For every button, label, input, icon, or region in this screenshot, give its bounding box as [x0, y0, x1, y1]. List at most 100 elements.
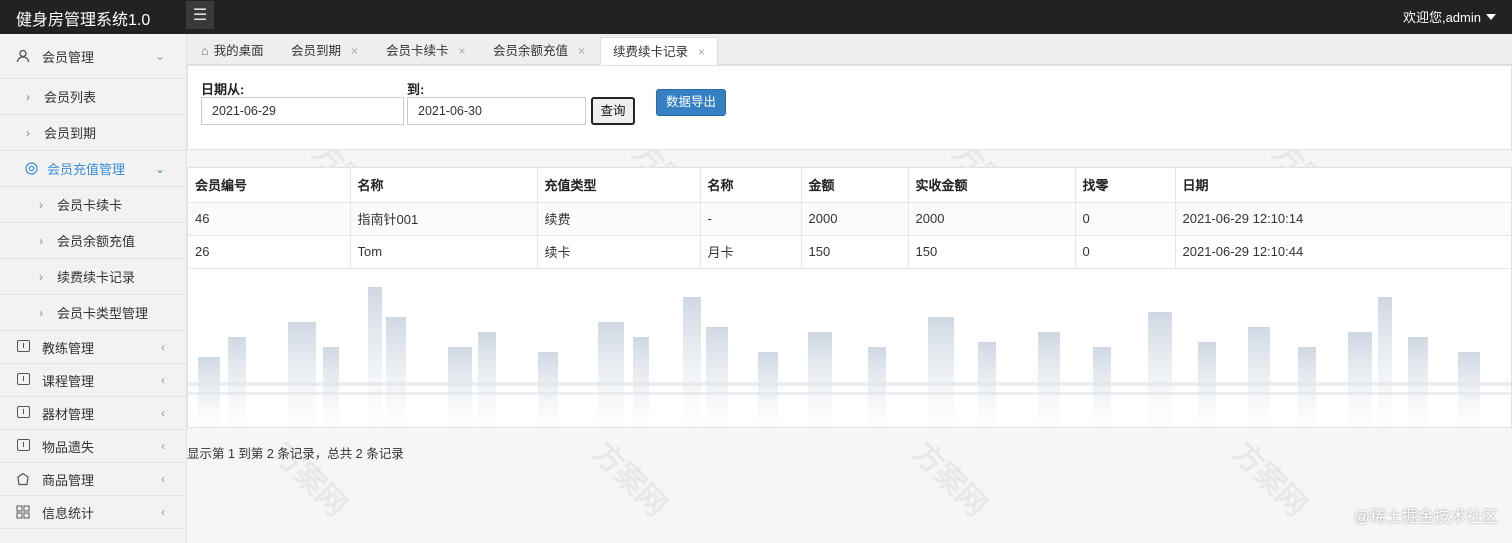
course-icon	[16, 373, 30, 387]
cell-card-name: 月卡	[700, 235, 802, 269]
tab-renewal-records[interactable]: 续费续卡记录 ×	[600, 37, 719, 65]
chevron-left-icon: ‹	[161, 406, 165, 420]
sidebar-item-coach-management[interactable]: 教练管理 ‹	[0, 331, 187, 364]
chevron-right-icon: ›	[26, 89, 30, 104]
column-header[interactable]: 名称	[700, 168, 802, 203]
chevron-right-icon: ›	[39, 197, 43, 212]
cell-name: Tom	[350, 235, 538, 269]
column-header[interactable]: 找零	[1075, 168, 1176, 203]
goods-icon	[16, 472, 30, 486]
menu-toggle-button[interactable]: ☰	[186, 1, 214, 29]
table-row[interactable]: 46 指南针001 续费 - 2000 2000 0 2021-06-29 12…	[188, 202, 1511, 236]
close-icon[interactable]: ×	[578, 44, 585, 58]
sidebar-item-label: 商品管理	[42, 472, 95, 488]
column-header[interactable]: 名称	[350, 168, 538, 203]
credit-watermark: @稀土掘金技术社区	[1353, 509, 1498, 526]
tab-label: 我的桌面	[213, 44, 264, 58]
chevron-right-icon: ›	[39, 305, 43, 320]
sidebar-item-label: 会员余额充值	[57, 234, 136, 249]
cell-date: 2021-06-29 12:10:44	[1175, 235, 1511, 269]
cell-member-id: 26	[188, 235, 351, 269]
sidebar-item-member-management[interactable]: 会员管理 ⌄	[0, 34, 187, 79]
cell-amount: 150	[801, 235, 909, 269]
table-header-row: 会员编号 名称 充值类型 名称 金额 实收金额 找零 日期	[188, 168, 1511, 203]
city-skyline-background	[188, 287, 1511, 427]
sidebar-item-goods-management[interactable]: 商品管理 ‹	[0, 463, 187, 496]
column-header[interactable]: 会员编号	[188, 168, 351, 203]
filter-panel: 日期从: 2021-06-29 到: 2021-06-30 查询 数据导出	[187, 65, 1512, 150]
sidebar-item-card-type-management[interactable]: › 会员卡类型管理	[0, 295, 187, 331]
sidebar-item-label: 器材管理	[42, 406, 95, 422]
tab-label: 会员余额充值	[493, 44, 569, 58]
sidebar-item-balance-recharge[interactable]: › 会员余额充值	[0, 223, 187, 259]
date-to-label: 到:	[407, 82, 425, 97]
chevron-right-icon: ›	[26, 125, 30, 140]
sidebar-item-card-renew[interactable]: › 会员卡续卡	[0, 187, 187, 223]
sidebar-item-statistics[interactable]: 信息统计 ‹	[0, 496, 187, 529]
user-menu[interactable]: 欢迎您,admin	[1403, 7, 1496, 26]
sidebar-item-label: 物品遗失	[42, 439, 95, 455]
sidebar-item-label: 课程管理	[42, 373, 95, 389]
chevron-down-icon: ⌄	[154, 49, 165, 63]
export-data-button[interactable]: 数据导出	[656, 89, 726, 116]
background-watermark: 方案网	[906, 435, 994, 523]
tab-bar: ⌂ 我的桌面 会员到期 × 会员卡续卡 × 会员余额充值 × 续费续卡记录 ×	[187, 34, 1512, 65]
coach-icon	[16, 340, 30, 354]
chevron-left-icon: ‹	[161, 505, 165, 519]
date-from-input[interactable]: 2021-06-29	[201, 97, 404, 125]
sidebar-item-course-management[interactable]: 课程管理 ‹	[0, 364, 187, 397]
cell-card-name: -	[700, 202, 802, 236]
records-table: 会员编号 名称 充值类型 名称 金额 实收金额 找零 日期 46 指南针001 …	[188, 168, 1511, 269]
home-icon: ⌂	[201, 44, 209, 58]
background-watermark: 方案网	[1226, 435, 1314, 523]
close-icon[interactable]: ×	[698, 45, 705, 59]
chevron-left-icon: ‹	[161, 373, 165, 387]
app-title: 健身房管理系统1.0	[16, 12, 151, 29]
pagination-info: 显示第 1 到第 2 条记录，总共 2 条记录	[187, 447, 404, 461]
equipment-icon	[16, 406, 30, 420]
close-icon[interactable]: ×	[351, 44, 358, 58]
tab-label: 会员卡续卡	[386, 44, 449, 58]
sidebar-item-recharge-management[interactable]: 会员充值管理 ⌄	[0, 151, 187, 187]
tab-my-desktop[interactable]: ⌂ 我的桌面	[189, 37, 276, 65]
chevron-down-icon: ⌄	[154, 161, 165, 176]
sidebar-item-renewal-records[interactable]: › 续费续卡记录	[0, 259, 187, 295]
tab-balance-recharge[interactable]: 会员余额充值 ×	[481, 37, 597, 65]
chevron-left-icon: ‹	[161, 439, 165, 453]
sidebar-item-lost-items[interactable]: 物品遗失 ‹	[0, 430, 187, 463]
cell-name: 指南针001	[350, 202, 538, 236]
cell-recharge-type: 续费	[537, 202, 701, 236]
chevron-right-icon: ›	[39, 233, 43, 248]
cell-change: 0	[1075, 235, 1176, 269]
top-bar: 健身房管理系统1.0 ☰ 欢迎您,admin	[0, 0, 1512, 34]
caret-down-icon	[1486, 14, 1496, 20]
date-to-input[interactable]: 2021-06-30	[407, 97, 586, 125]
chevron-right-icon: ›	[39, 269, 43, 284]
column-header[interactable]: 日期	[1175, 168, 1511, 203]
user-icon	[16, 49, 30, 63]
sidebar-item-equipment-management[interactable]: 器材管理 ‹	[0, 397, 187, 430]
hamburger-icon: ☰	[192, 7, 208, 24]
sidebar-item-label: 会员列表	[44, 90, 97, 105]
column-header[interactable]: 实收金额	[908, 168, 1076, 203]
recharge-icon	[24, 161, 38, 176]
table-row[interactable]: 26 Tom 续卡 月卡 150 150 0 2021-06-29 12:10:…	[188, 235, 1511, 269]
main-content: 方案网 方案网 方案网 方案网 方案网 方案网 方案网 方案网 日期从: 202…	[187, 65, 1512, 543]
lost-item-icon	[16, 439, 30, 453]
cell-received-amount: 2000	[908, 202, 1076, 236]
sidebar-item-member-list[interactable]: › 会员列表	[0, 79, 187, 115]
column-header[interactable]: 充值类型	[537, 168, 701, 203]
cell-member-id: 46	[188, 202, 351, 236]
chevron-left-icon: ‹	[161, 340, 165, 354]
tab-card-renew[interactable]: 会员卡续卡 ×	[374, 37, 478, 65]
sidebar-item-member-expiry[interactable]: › 会员到期	[0, 115, 187, 151]
cell-amount: 2000	[801, 202, 909, 236]
close-icon[interactable]: ×	[459, 44, 466, 58]
records-table-panel: 会员编号 名称 充值类型 名称 金额 实收金额 找零 日期 46 指南针001 …	[187, 167, 1512, 428]
sidebar-item-label: 会员到期	[44, 126, 97, 141]
tab-member-expiry[interactable]: 会员到期 ×	[279, 37, 370, 65]
column-header[interactable]: 金额	[801, 168, 909, 203]
query-button[interactable]: 查询	[591, 97, 635, 125]
sidebar-item-label: 续费续卡记录	[57, 270, 136, 285]
sidebar-item-label: 信息统计	[42, 505, 95, 521]
